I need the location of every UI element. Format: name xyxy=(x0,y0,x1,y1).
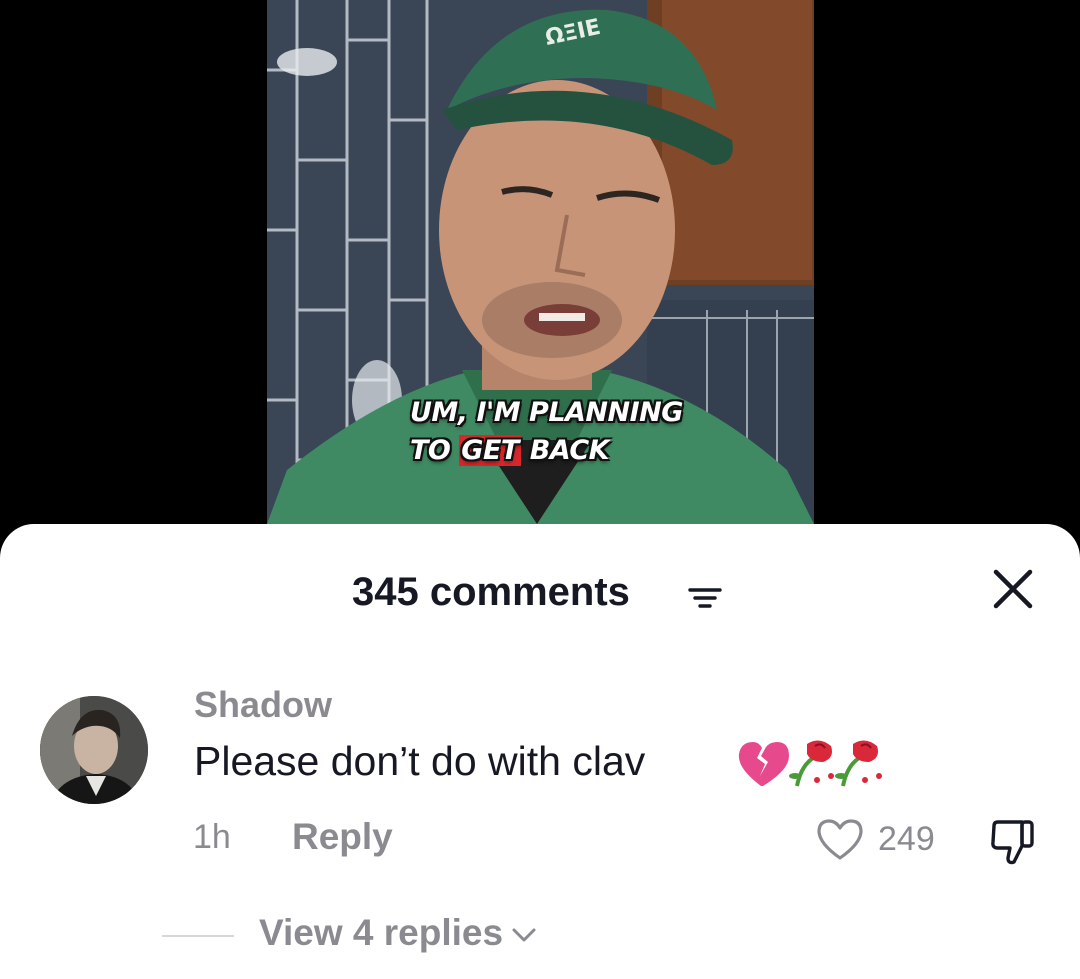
caption-line-1: UM, I'M PLANNING xyxy=(410,397,683,428)
caption-highlight: GET xyxy=(459,435,521,466)
close-icon[interactable] xyxy=(990,566,1036,612)
comments-count-title: 345 comments xyxy=(352,570,630,614)
caption-line-2: TO GET BACK xyxy=(410,432,683,470)
video-frame[interactable]: ΩΞΙΕ UM, I'M PLANNING TO GET BACK xyxy=(267,0,814,524)
view-replies-label: View 4 replies xyxy=(259,912,504,953)
heart-icon[interactable] xyxy=(814,814,866,866)
replies-divider xyxy=(162,935,234,937)
comment-timestamp: 1h xyxy=(193,818,231,856)
comment-username[interactable]: Shadow xyxy=(194,684,332,726)
filter-icon[interactable] xyxy=(688,584,722,612)
comment-emojis xyxy=(735,736,895,792)
avatar-image xyxy=(40,696,148,804)
like-count: 249 xyxy=(878,820,935,858)
broken-heart-rose-emojis xyxy=(738,740,882,787)
video-caption: UM, I'M PLANNING TO GET BACK xyxy=(410,394,683,470)
caption-text: BACK xyxy=(520,435,610,466)
like-button[interactable]: 249 xyxy=(814,814,954,866)
video-player[interactable]: ΩΞΙΕ UM, I'M PLANNING TO GET BACK xyxy=(0,0,1080,560)
dislike-icon[interactable] xyxy=(986,816,1040,870)
caption-text: TO xyxy=(410,435,460,466)
chevron-down-icon xyxy=(512,928,536,942)
reply-button[interactable]: Reply xyxy=(292,816,393,858)
comments-sheet: 345 comments Shadow Please don’t do with… xyxy=(0,524,1080,979)
avatar[interactable] xyxy=(40,696,148,804)
comments-header: 345 comments xyxy=(0,564,1080,620)
comment-text: Please don’t do with clav xyxy=(194,738,646,784)
view-replies-button[interactable]: View 4 replies xyxy=(259,912,537,954)
